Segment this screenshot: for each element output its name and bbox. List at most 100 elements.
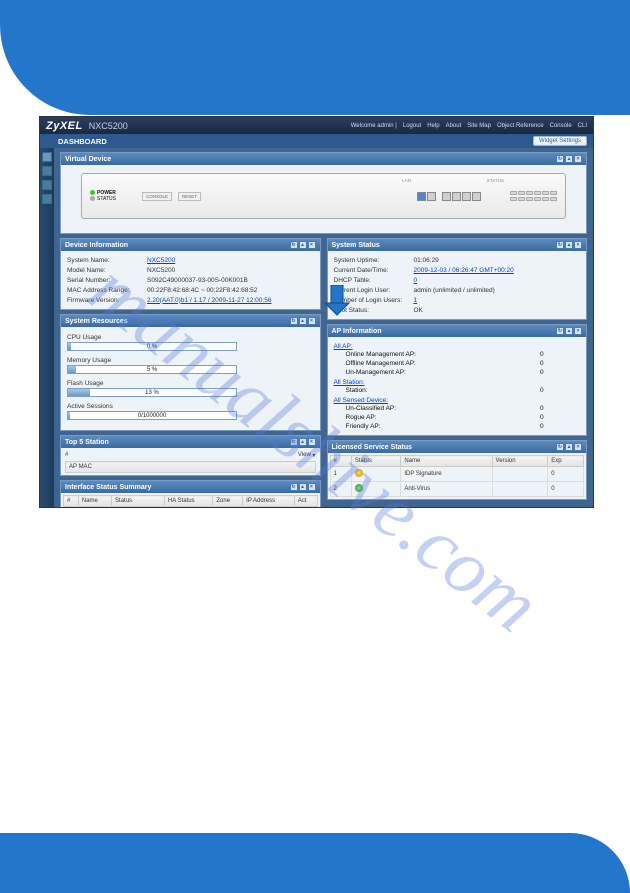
close-icon[interactable]: × (308, 317, 316, 325)
refresh-icon[interactable]: ↻ (556, 327, 564, 335)
ap-info-panel: AP Information↻▴× All AP:Online Manageme… (327, 324, 588, 436)
info-value[interactable]: NXC5200 (147, 257, 175, 264)
sidebar-dashboard-icon[interactable] (42, 152, 52, 162)
top-nav: Welcome admin | Logout Help About Site M… (351, 123, 587, 129)
info-key: Serial Number: (67, 277, 147, 284)
info-value[interactable]: 2.20(AAT.0)b1 / 1.17 / 2009-11-27 12:00:… (147, 297, 271, 304)
collapse-icon[interactable]: ▴ (299, 483, 307, 491)
refresh-icon[interactable]: ↻ (556, 241, 564, 249)
device-image: POWER STATUS CONSOLE RESET LAN (81, 173, 566, 219)
refresh-icon[interactable]: ↻ (556, 443, 564, 451)
status-label: STATUS (97, 196, 116, 202)
collapse-icon[interactable]: ▴ (299, 317, 307, 325)
refresh-icon[interactable]: ↻ (290, 483, 298, 491)
ap-group-header[interactable]: All AP: (334, 341, 581, 350)
svc-header: Status (351, 456, 401, 467)
collapse-icon[interactable]: ▴ (565, 443, 573, 451)
info-value: NXC5200 (147, 267, 175, 274)
top5-view-label[interactable]: View (298, 452, 311, 459)
refresh-icon[interactable]: ↻ (556, 155, 564, 163)
status-value[interactable]: 0 (414, 277, 418, 284)
resource-label: CPU Usage (67, 334, 314, 341)
resource-label: Active Sessions (67, 403, 314, 410)
collapse-icon[interactable]: ▴ (565, 327, 573, 335)
virtual-device-title: Virtual Device (65, 156, 111, 163)
close-icon[interactable]: × (574, 155, 582, 163)
status-key: System Uptime: (334, 257, 414, 264)
info-value: S092C49000037-93-00S-00K001B (147, 277, 248, 284)
dashboard-bar: DASHBOARD Widget Settings (40, 134, 593, 148)
resource-label: Memory Usage (67, 357, 314, 364)
lan-port-6[interactable] (472, 192, 481, 201)
collapse-icon[interactable]: ▴ (299, 241, 307, 249)
resource-bar: 5 % (67, 365, 237, 374)
close-icon[interactable]: × (308, 483, 316, 491)
lan-label: LAN (402, 178, 411, 183)
logout-link[interactable]: Logout (403, 123, 421, 129)
close-icon[interactable]: × (308, 241, 316, 249)
refresh-icon[interactable]: ↻ (290, 317, 298, 325)
console-link[interactable]: Console (550, 123, 572, 129)
status-value[interactable]: 1 (414, 297, 418, 304)
ap-item-value: 0 (540, 405, 580, 412)
ap-item-label: Offline Management AP: (346, 360, 541, 367)
system-resources-panel: System Resources↻▴× CPU Usage0 %Memory U… (60, 314, 321, 431)
info-key: Model Name: (67, 267, 147, 274)
about-link[interactable]: About (446, 123, 462, 129)
lan-port-4[interactable] (452, 192, 461, 201)
ap-item-label: Rogue AP: (346, 414, 541, 421)
close-icon[interactable]: × (574, 327, 582, 335)
svc-header: Name (401, 456, 492, 467)
power-label: POWER (97, 190, 116, 196)
refresh-icon[interactable]: ↻ (290, 241, 298, 249)
close-icon[interactable]: × (308, 438, 316, 446)
status-value[interactable]: 2009-12-03 / 06:26:47 GMT+00:20 (414, 267, 514, 274)
collapse-icon[interactable]: ▴ (565, 155, 573, 163)
collapse-icon[interactable]: ▴ (299, 438, 307, 446)
objref-link[interactable]: Object Reference (497, 123, 544, 129)
device-info-title: Device Information (65, 242, 128, 249)
ap-item-value: 0 (540, 387, 580, 394)
ap-group-header[interactable]: All Sensed Device: (334, 395, 581, 404)
status-icon (355, 484, 363, 492)
resource-bar: 13 % (67, 388, 237, 397)
sidebar (40, 148, 54, 507)
ap-item-value: 0 (540, 369, 580, 376)
table-row: 1IDP Signature0 (330, 467, 584, 482)
lan-port-3[interactable] (442, 192, 451, 201)
svc-header: Exp (548, 456, 584, 467)
status-icon (355, 469, 363, 477)
refresh-icon[interactable]: ↻ (290, 438, 298, 446)
status-value: 01:06:29 (414, 257, 439, 264)
collapse-icon[interactable]: ▴ (565, 241, 573, 249)
sidebar-maintenance-icon[interactable] (42, 194, 52, 204)
ap-group-header[interactable]: All Station: (334, 377, 581, 386)
status-key: DHCP Table: (334, 277, 414, 284)
help-link[interactable]: Help (427, 123, 439, 129)
ap-item-label: Un-Classified AP: (346, 405, 541, 412)
top5-panel: Top 5 Station↻▴× #View ▾ AP MAC (60, 435, 321, 476)
cli-link[interactable]: CLI (578, 123, 587, 129)
reset-button: RESET (178, 192, 201, 201)
top5-apmac-header: AP MAC (66, 462, 316, 473)
power-led-icon (90, 190, 95, 195)
sitemap-link[interactable]: Site Map (467, 123, 491, 129)
sidebar-monitor-icon[interactable] (42, 166, 52, 176)
ap-info-title: AP Information (332, 328, 382, 335)
widget-settings-button[interactable]: Widget Settings (533, 136, 587, 146)
sidebar-config-icon[interactable] (42, 180, 52, 190)
top5-title: Top 5 Station (65, 439, 109, 446)
ap-item-value: 0 (540, 360, 580, 367)
lan-port-5[interactable] (462, 192, 471, 201)
iface-title: Interface Status Summary (65, 484, 151, 491)
service-status-panel: Licensed Service Status↻▴× #StatusNameVe… (327, 440, 588, 500)
close-icon[interactable]: × (574, 241, 582, 249)
iface-header: Name (78, 496, 111, 507)
brand-logo: ZyXEL (46, 120, 83, 132)
table-row: 1ge11000M/Fulln/an/a0.0.0.0n/a (64, 507, 318, 509)
close-icon[interactable]: × (574, 443, 582, 451)
ap-item-label: Station: (346, 387, 541, 394)
lan-port-2[interactable] (427, 192, 436, 201)
resource-bar: 0 % (67, 342, 237, 351)
lan-port-1[interactable] (417, 192, 426, 201)
